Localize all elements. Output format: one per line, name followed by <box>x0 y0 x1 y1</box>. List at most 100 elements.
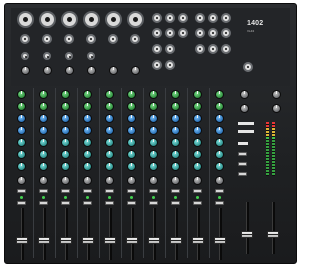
gain-knob[interactable] <box>149 90 158 99</box>
pan-knob[interactable] <box>61 176 70 185</box>
solo-button[interactable] <box>171 201 180 205</box>
efx-knob[interactable] <box>215 162 224 171</box>
efx-knob[interactable] <box>127 162 136 171</box>
channel-fader[interactable] <box>16 237 28 245</box>
solo-button[interactable] <box>193 201 202 205</box>
channel-fader[interactable] <box>214 237 226 245</box>
aux-send-jack[interactable] <box>221 44 231 54</box>
efx-knob[interactable] <box>171 162 180 171</box>
mic-input-3-xlr[interactable] <box>61 11 78 28</box>
mute-button[interactable] <box>105 189 114 193</box>
aux-1-knob[interactable] <box>193 138 202 147</box>
hi-eq-knob[interactable] <box>127 102 136 111</box>
assign-button[interactable] <box>238 172 247 176</box>
headphone-jack[interactable] <box>243 62 253 72</box>
mid-eq-knob[interactable] <box>171 114 180 123</box>
aux-1-knob[interactable] <box>171 138 180 147</box>
low-eq-knob[interactable] <box>39 126 48 135</box>
stereo-input-jack[interactable] <box>178 28 188 38</box>
hi-eq-knob[interactable] <box>17 102 26 111</box>
gain-knob[interactable] <box>171 90 180 99</box>
pan-knob[interactable] <box>105 176 114 185</box>
solo-button[interactable] <box>215 201 224 205</box>
mic-input-6-xlr[interactable] <box>127 11 144 28</box>
channel-fader[interactable] <box>38 237 50 245</box>
low-eq-knob[interactable] <box>17 126 26 135</box>
mid-eq-knob[interactable] <box>17 114 26 123</box>
tape-level-knob[interactable] <box>240 104 249 113</box>
aux-send-jack[interactable] <box>208 44 218 54</box>
gain-knob[interactable] <box>83 90 92 99</box>
rca-jack[interactable] <box>195 28 205 38</box>
line-input-5-jack[interactable] <box>108 34 118 44</box>
low-eq-knob[interactable] <box>215 126 224 135</box>
main-output-jack[interactable] <box>152 44 162 54</box>
efx-knob[interactable] <box>83 162 92 171</box>
aux-1-knob[interactable] <box>127 138 136 147</box>
aux-2-knob[interactable] <box>61 150 70 159</box>
channel-fader[interactable] <box>82 237 94 245</box>
low-eq-knob[interactable] <box>171 126 180 135</box>
master-fader-left[interactable] <box>241 231 253 239</box>
main-output-jack[interactable] <box>165 60 175 70</box>
stereo-input-jack[interactable] <box>165 28 175 38</box>
pan-knob[interactable] <box>149 176 158 185</box>
mid-eq-knob[interactable] <box>61 114 70 123</box>
aux-master-knob[interactable] <box>272 104 281 113</box>
gain-knob[interactable] <box>215 90 224 99</box>
channel-fader[interactable] <box>104 237 116 245</box>
aux-2-knob[interactable] <box>17 150 26 159</box>
efx-knob[interactable] <box>149 162 158 171</box>
mid-eq-knob[interactable] <box>215 114 224 123</box>
efx-knob[interactable] <box>105 162 114 171</box>
hi-eq-knob[interactable] <box>149 102 158 111</box>
hi-eq-knob[interactable] <box>171 102 180 111</box>
gain-knob[interactable] <box>127 90 136 99</box>
insert-4-jack[interactable] <box>87 52 95 60</box>
trim-knob-6[interactable] <box>131 66 140 75</box>
solo-button[interactable] <box>83 201 92 205</box>
main-output-jack[interactable] <box>165 44 175 54</box>
mid-eq-knob[interactable] <box>39 114 48 123</box>
stereo-input-jack[interactable] <box>165 13 175 23</box>
aux-1-knob[interactable] <box>149 138 158 147</box>
pan-knob[interactable] <box>193 176 202 185</box>
mute-button[interactable] <box>17 189 26 193</box>
solo-button[interactable] <box>61 201 70 205</box>
aux-1-knob[interactable] <box>17 138 26 147</box>
mic-input-1-xlr[interactable] <box>17 11 34 28</box>
hi-eq-knob[interactable] <box>61 102 70 111</box>
line-input-6-jack[interactable] <box>130 34 140 44</box>
aux-2-knob[interactable] <box>127 150 136 159</box>
low-eq-knob[interactable] <box>61 126 70 135</box>
efx-knob[interactable] <box>17 162 26 171</box>
control-room-knob[interactable] <box>272 90 281 99</box>
channel-fader[interactable] <box>60 237 72 245</box>
trim-knob-2[interactable] <box>43 66 52 75</box>
pan-knob[interactable] <box>215 176 224 185</box>
mute-button[interactable] <box>127 189 136 193</box>
mid-eq-knob[interactable] <box>127 114 136 123</box>
low-eq-knob[interactable] <box>193 126 202 135</box>
assign-button[interactable] <box>238 162 247 166</box>
gain-knob[interactable] <box>39 90 48 99</box>
efx-knob[interactable] <box>61 162 70 171</box>
efx-knob[interactable] <box>193 162 202 171</box>
insert-2-jack[interactable] <box>43 52 51 60</box>
hi-eq-knob[interactable] <box>83 102 92 111</box>
channel-fader[interactable] <box>148 237 160 245</box>
mute-button[interactable] <box>215 189 224 193</box>
aux-send-jack[interactable] <box>195 44 205 54</box>
aux-1-knob[interactable] <box>215 138 224 147</box>
rca-jack[interactable] <box>221 13 231 23</box>
solo-button[interactable] <box>127 201 136 205</box>
stereo-input-jack[interactable] <box>152 13 162 23</box>
pan-knob[interactable] <box>39 176 48 185</box>
hi-eq-knob[interactable] <box>105 102 114 111</box>
channel-fader[interactable] <box>170 237 182 245</box>
channel-fader[interactable] <box>126 237 138 245</box>
rca-jack[interactable] <box>221 28 231 38</box>
pan-knob[interactable] <box>127 176 136 185</box>
aux-1-knob[interactable] <box>105 138 114 147</box>
stereo-input-jack[interactable] <box>152 28 162 38</box>
